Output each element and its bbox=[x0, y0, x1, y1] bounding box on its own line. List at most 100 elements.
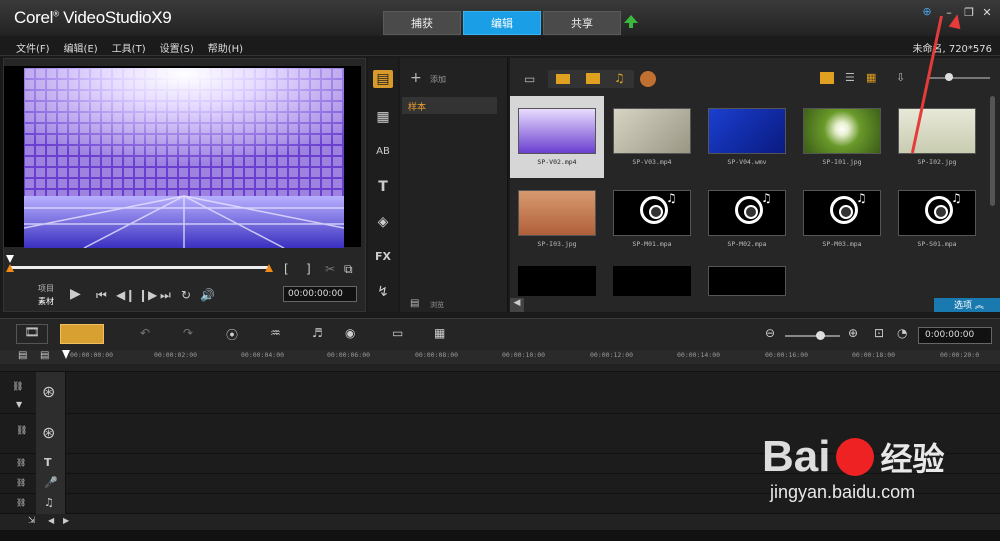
repeat-icon[interactable]: ↻ bbox=[181, 288, 191, 302]
path-icon[interactable]: ↯ bbox=[373, 283, 393, 301]
player-timecode[interactable]: 00:00:00:00 bbox=[283, 286, 357, 302]
restore-icon[interactable]: ❐ bbox=[962, 6, 976, 20]
zoom-out-icon[interactable]: ⊖ bbox=[765, 326, 775, 340]
volume-icon[interactable]: 🔊 bbox=[200, 288, 215, 302]
track-collapse-icon[interactable]: ▼ bbox=[16, 400, 22, 409]
show-video-icon[interactable] bbox=[556, 74, 570, 84]
timeline-zoom-thumb[interactable] bbox=[816, 331, 825, 340]
browse-icon[interactable]: ▤ bbox=[410, 298, 419, 309]
list-view-icon[interactable]: ☰ bbox=[845, 71, 855, 84]
sort-icon[interactable]: ⇩ bbox=[896, 71, 905, 84]
watermark-url: jingyan.baidu.com bbox=[770, 482, 916, 502]
add-folder-label[interactable]: 添加 bbox=[430, 74, 446, 85]
overlay-track-icon: ⊛ bbox=[42, 423, 56, 442]
close-icon[interactable]: ✕ bbox=[980, 6, 994, 20]
media-item[interactable]: SP-V04.wmv bbox=[700, 96, 794, 178]
multi-trim-icon[interactable]: ▦ bbox=[434, 326, 445, 340]
zoom-slider-thumb[interactable] bbox=[945, 73, 953, 81]
show-audio-icon[interactable]: ♫ bbox=[614, 71, 625, 85]
next-frame-icon[interactable]: ❙▶ bbox=[138, 288, 157, 302]
media-item[interactable] bbox=[708, 266, 786, 296]
fit-project-icon[interactable]: ⊡ bbox=[874, 326, 884, 340]
scrubber-bar[interactable] bbox=[10, 266, 270, 269]
timeline-zoom-track[interactable] bbox=[785, 335, 840, 337]
tab-edit[interactable]: 编辑 bbox=[463, 11, 541, 35]
collapse-left-icon[interactable]: ◀ bbox=[510, 298, 524, 312]
media-category-icon[interactable]: ▤ bbox=[373, 70, 393, 88]
globe-icon[interactable]: ⊕ bbox=[920, 5, 934, 19]
library-scrollbar[interactable] bbox=[990, 96, 995, 206]
home-icon[interactable]: ⏮ bbox=[96, 288, 107, 303]
grid-view-icon[interactable]: ▦ bbox=[866, 71, 876, 84]
split-icon[interactable]: ✂ bbox=[325, 262, 335, 276]
transition-icon[interactable]: AB bbox=[373, 143, 393, 161]
end-icon[interactable]: ⏭ bbox=[160, 288, 171, 303]
ruler-tick: 00:00:16:00 bbox=[765, 351, 809, 359]
duration-clock-icon[interactable]: ◔ bbox=[897, 326, 907, 340]
options-button[interactable]: 选项 ︽ bbox=[934, 298, 1000, 312]
show-photo-icon[interactable] bbox=[586, 73, 600, 84]
play-icon[interactable]: ▶ bbox=[70, 286, 81, 302]
sound-mixer-icon[interactable]: ♒ bbox=[270, 326, 281, 340]
previous-frame-icon[interactable]: ◀❙ bbox=[116, 288, 135, 302]
media-item[interactable] bbox=[518, 266, 596, 296]
title-lock-icon[interactable]: ⛓ bbox=[16, 458, 26, 467]
track-spacer bbox=[0, 364, 1000, 372]
media-item[interactable]: SP-I01.jpg bbox=[795, 96, 889, 178]
title-icon[interactable]: T bbox=[373, 178, 393, 196]
mark-out-icon[interactable]: ] bbox=[306, 262, 311, 276]
media-item[interactable]: ♫ SP-S01.mpa bbox=[890, 178, 984, 260]
media-item[interactable]: ♫ SP-M02.mpa bbox=[700, 178, 794, 260]
storyboard-view-icon[interactable]: 🎞 bbox=[16, 324, 48, 344]
media-item[interactable]: SP-V03.mp4 bbox=[605, 96, 699, 178]
media-item[interactable]: ♫ SP-M03.mpa bbox=[795, 178, 889, 260]
auto-music-icon[interactable]: ♬ bbox=[312, 326, 323, 340]
upload-arrow-icon[interactable] bbox=[624, 15, 638, 28]
timeline-view-icon[interactable] bbox=[60, 324, 104, 344]
folder-sample[interactable]: 样本 bbox=[402, 97, 497, 114]
ruler-tick: 00:00:08:00 bbox=[415, 351, 459, 359]
undo-icon[interactable]: ↶ bbox=[140, 326, 150, 340]
add-track-icon[interactable]: ⇲ bbox=[28, 516, 36, 526]
time-ruler[interactable]: 00:00:00:00 00:00:02:00 00:00:04:00 00:0… bbox=[65, 350, 1000, 364]
mode-project[interactable]: 项目 bbox=[38, 283, 54, 294]
scroll-left-icon[interactable]: ◀ bbox=[48, 516, 54, 525]
chapter-point-icon[interactable]: ▤ bbox=[40, 350, 49, 361]
music-lock-icon[interactable]: ⛓ bbox=[16, 498, 26, 507]
graphic-icon[interactable]: ◈ bbox=[373, 213, 393, 231]
thumbnail-view-icon[interactable] bbox=[820, 72, 834, 84]
media-item[interactable] bbox=[613, 266, 691, 296]
menu-file[interactable]: 文件(F) bbox=[16, 40, 50, 55]
instant-project-icon[interactable]: ▦ bbox=[373, 108, 393, 126]
folder-icon[interactable]: ▭ bbox=[524, 72, 535, 86]
subtitle-editor-icon[interactable]: ▭ bbox=[392, 326, 403, 340]
overlay-lock-icon[interactable]: ⛓ bbox=[16, 426, 27, 436]
menu-settings[interactable]: 设置(S) bbox=[160, 40, 194, 55]
add-icon[interactable]: + bbox=[410, 70, 422, 86]
zoom-in-icon[interactable]: ⊕ bbox=[848, 326, 858, 340]
tab-capture[interactable]: 捕获 bbox=[383, 11, 461, 35]
media-item[interactable]: SP-V02.mp4 bbox=[510, 96, 604, 178]
track-visibility-icon[interactable]: ⛓ bbox=[12, 382, 23, 392]
record-capture-icon[interactable]: ⦿ bbox=[226, 326, 238, 343]
track-manager-icon[interactable]: ▤ bbox=[18, 350, 27, 361]
tab-share[interactable]: 共享 bbox=[543, 11, 621, 35]
browse-label[interactable]: 浏览 bbox=[430, 300, 444, 310]
media-item[interactable]: ♫ SP-M01.mpa bbox=[605, 178, 699, 260]
mark-in-icon[interactable]: [ bbox=[284, 262, 289, 276]
media-item[interactable]: SP-I02.jpg bbox=[890, 96, 984, 178]
video-track[interactable] bbox=[0, 372, 1000, 414]
motion-tracking-icon[interactable]: ◉ bbox=[345, 326, 355, 340]
import-media-icon[interactable] bbox=[640, 71, 656, 87]
voice-lock-icon[interactable]: ⛓ bbox=[16, 478, 26, 487]
filter-fx-icon[interactable]: FX bbox=[373, 248, 393, 266]
scroll-right-icon[interactable]: ▶ bbox=[63, 516, 69, 525]
menu-tools[interactable]: 工具(T) bbox=[112, 40, 146, 55]
zoom-slider-track[interactable] bbox=[928, 77, 990, 79]
mode-clip[interactable]: 素材 bbox=[38, 296, 54, 307]
redo-icon[interactable]: ↷ bbox=[183, 326, 193, 340]
menu-help[interactable]: 帮助(H) bbox=[208, 40, 243, 55]
menu-edit[interactable]: 编辑(E) bbox=[64, 40, 98, 55]
media-item[interactable]: SP-I03.jpg bbox=[510, 178, 604, 260]
enlarge-icon[interactable]: ⧉ bbox=[344, 262, 353, 277]
